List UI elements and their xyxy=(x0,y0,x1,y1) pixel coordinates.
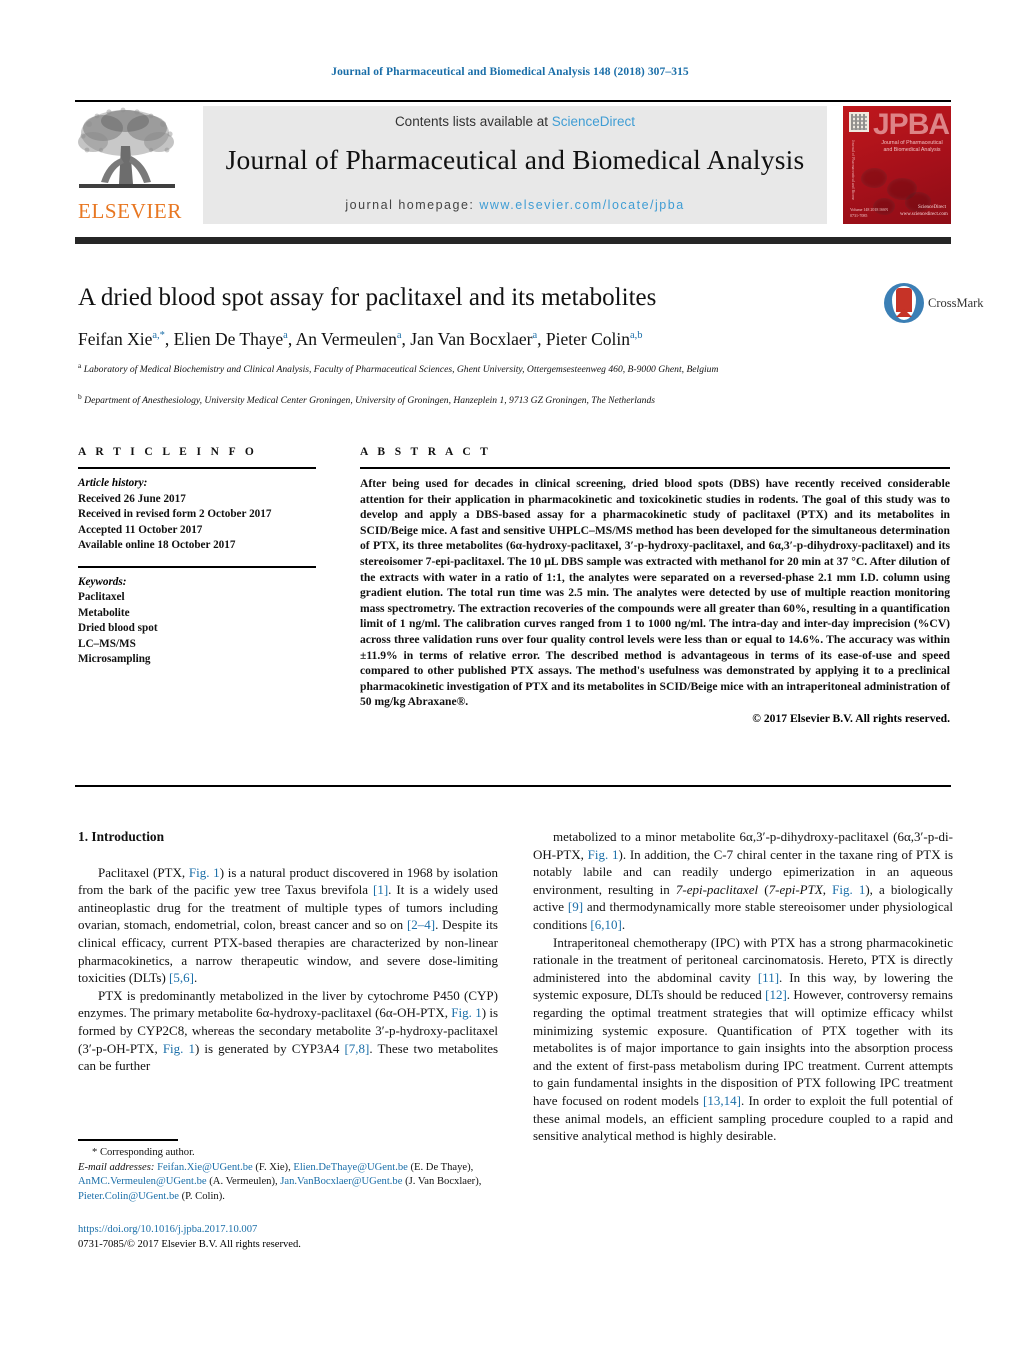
contents-available-line: Contents lists available at ScienceDirec… xyxy=(203,114,827,129)
issn-copyright-line: 0731-7085/© 2017 Elsevier B.V. All right… xyxy=(78,1239,301,1250)
email-addresses-note: E-mail addresses: Feifan.Xie@UGent.be (F… xyxy=(78,1161,498,1205)
abstract-divider xyxy=(360,467,950,469)
keyword-item: Microsampling xyxy=(78,653,151,665)
cover-decor-blob xyxy=(861,168,887,188)
affiliation-a-text: Laboratory of Medical Biochemistry and C… xyxy=(83,364,719,376)
citation-ref[interactable]: [13,14] xyxy=(703,1093,741,1108)
running-head: Journal of Pharmaceutical and Biomedical… xyxy=(331,66,689,78)
figure-ref[interactable]: Fig. 1 xyxy=(163,1041,195,1056)
affiliation-b-text: Department of Anesthesiology, University… xyxy=(84,395,656,407)
email-link[interactable]: Pieter.Colin@UGent.be xyxy=(78,1191,179,1202)
email-link[interactable]: Feifan.Xie@UGent.be xyxy=(157,1162,253,1173)
cover-brand-text: ScienceDirect www.sciencedirect.com xyxy=(900,205,948,217)
intro-paragraph-4: Intraperitoneal chemotherapy (IPC) with … xyxy=(533,934,953,1144)
crossmark-icon-arrow xyxy=(896,309,912,317)
doi-link[interactable]: https://doi.org/10.1016/j.jpba.2017.10.0… xyxy=(78,1222,498,1237)
email-owner: (F. Xie) xyxy=(255,1161,289,1173)
abstract-copyright: © 2017 Elsevier B.V. All rights reserved… xyxy=(752,711,950,725)
article-info-column: A R T I C L E I N F O Article history: R… xyxy=(78,446,316,668)
email-owner: (J. Van Bocxlaer) xyxy=(405,1176,479,1188)
section-heading-introduction: 1. Introduction xyxy=(78,829,165,844)
figure-ref[interactable]: Fig. 1 xyxy=(588,847,619,862)
crossmark-label: CrossMark xyxy=(928,296,984,310)
elsevier-wordmark: ELSEVIER xyxy=(78,199,182,223)
figure-ref[interactable]: Fig. 1 xyxy=(832,882,865,897)
corresponding-author-note: * Corresponding author. xyxy=(92,1147,195,1158)
keywords-label: Keywords: xyxy=(78,575,127,588)
figure-ref[interactable]: Fig. 1 xyxy=(451,1005,481,1020)
citation-ref[interactable]: [11] xyxy=(758,970,779,985)
email-link[interactable]: Elien.DeThaye@UGent.be xyxy=(293,1162,407,1173)
cover-subtitle: Journal of Pharmaceutical and Biomedical… xyxy=(881,140,943,153)
body-column-right: metabolized to a minor metabolite 6α,3′-… xyxy=(533,828,953,1145)
author-list: Feifan Xiea,*, Elien De Thayea, An Verme… xyxy=(78,328,643,349)
abstract-heading: A B S T R A C T xyxy=(360,446,492,458)
history-item: Received 26 June 2017 xyxy=(78,492,186,505)
affiliation-marker-b: b xyxy=(78,392,82,401)
cover-badge-grid xyxy=(851,114,867,130)
intro-paragraph-3: metabolized to a minor metabolite 6α,3′-… xyxy=(533,829,954,932)
keywords-block: Keywords: Paclitaxel Metabolite Dried bl… xyxy=(78,575,316,668)
history-item: Accepted 11 October 2017 xyxy=(78,523,203,536)
email-owner: (E. De Thaye) xyxy=(410,1161,471,1173)
journal-article-page: Journal of Pharmaceutical and Biomedical… xyxy=(0,0,1020,1351)
crossmark-badge[interactable]: CrossMark xyxy=(884,283,984,327)
sciencedirect-band: Contents lists available at ScienceDirec… xyxy=(203,106,827,224)
footnote-rule xyxy=(78,1139,178,1141)
intro-paragraph-2: PTX is predominantly metabolized in the … xyxy=(78,987,499,1074)
keyword-item: LC–MS/MS xyxy=(78,637,136,650)
elsevier-tree-icon xyxy=(75,106,179,198)
journal-homepage-line: journal homepage: www.elsevier.com/locat… xyxy=(203,198,827,212)
doi-block: https://doi.org/10.1016/j.jpba.2017.10.0… xyxy=(78,1222,498,1252)
email-link[interactable]: Jan.VanBocxlaer@UGent.be xyxy=(280,1176,402,1187)
email-owner: (P. Colin) xyxy=(181,1190,223,1202)
journal-title: Journal of Pharmaceutical and Biomedical… xyxy=(225,144,805,175)
masthead-bottom-bar xyxy=(75,237,951,244)
journal-cover-image: Journal of Pharmaceutical and Biomedical… xyxy=(843,106,951,224)
keywords-divider xyxy=(78,565,316,568)
contents-prefix: Contents lists available at xyxy=(394,114,552,129)
cover-acronym: JPBA xyxy=(873,108,950,141)
abstract-bottom-rule xyxy=(75,785,951,787)
history-item: Available online 18 October 2017 xyxy=(78,539,236,551)
homepage-url-link[interactable]: www.elsevier.com/locate/jpba xyxy=(479,198,684,212)
citation-ref[interactable]: [9] xyxy=(568,899,583,914)
article-history-label: Article history: xyxy=(78,477,148,489)
keyword-item: Dried blood spot xyxy=(78,622,158,634)
history-item: Received in revised form 2 October 2017 xyxy=(78,508,272,520)
email-link[interactable]: AnMC.Vermeulen@UGent.be xyxy=(78,1176,207,1187)
citation-ref[interactable]: [6,10] xyxy=(590,917,621,932)
elsevier-logo: ELSEVIER xyxy=(75,106,187,226)
email-owner: (A. Vermeulen) xyxy=(209,1176,275,1188)
article-info-divider xyxy=(78,467,316,469)
cover-footer-text: Volume 148 2018 ISSN 0731-7085 xyxy=(850,207,889,218)
citation-ref[interactable]: [7,8] xyxy=(344,1041,369,1056)
email-addresses-label: E-mail addresses: xyxy=(78,1161,155,1173)
article-info-heading: A R T I C L E I N F O xyxy=(78,446,258,458)
homepage-label: journal homepage: xyxy=(345,198,475,212)
abstract-column: A B S T R A C T After being used for dec… xyxy=(360,446,950,725)
keyword-item: Metabolite xyxy=(78,606,130,619)
sciencedirect-link[interactable]: ScienceDirect xyxy=(552,114,635,129)
citation-ref[interactable]: [2–4] xyxy=(407,917,435,932)
affiliation-b: b Department of Anesthesiology, Universi… xyxy=(78,390,878,408)
intro-paragraph-1: Paclitaxel (PTX, Fig. 1) is a natural pr… xyxy=(78,864,499,986)
cover-publisher-badge xyxy=(849,112,869,132)
affiliation-a: a Laboratory of Medical Biochemistry and… xyxy=(78,359,878,377)
crossmark-icon xyxy=(884,283,924,323)
footnote-block: * Corresponding author. E-mail addresses… xyxy=(78,1146,498,1204)
citation-ref[interactable]: [1] xyxy=(373,882,388,897)
body-column-left: 1. Introduction Paclitaxel (PTX, Fig. 1)… xyxy=(78,828,498,1075)
affiliation-marker-a: a xyxy=(78,361,82,370)
abstract-text: After being used for decades in clinical… xyxy=(360,477,950,709)
figure-ref[interactable]: Fig. 1 xyxy=(189,865,220,880)
keyword-item: Paclitaxel xyxy=(78,591,125,603)
citation-ref[interactable]: [5,6] xyxy=(169,970,194,985)
cover-spine-text: Journal of Pharmaceutical and Biomedical… xyxy=(851,140,856,200)
masthead: ELSEVIER Contents lists available at Sci… xyxy=(75,100,951,228)
page-title: A dried blood spot assay for paclitaxel … xyxy=(78,284,657,311)
citation-ref[interactable]: [12] xyxy=(765,987,787,1002)
